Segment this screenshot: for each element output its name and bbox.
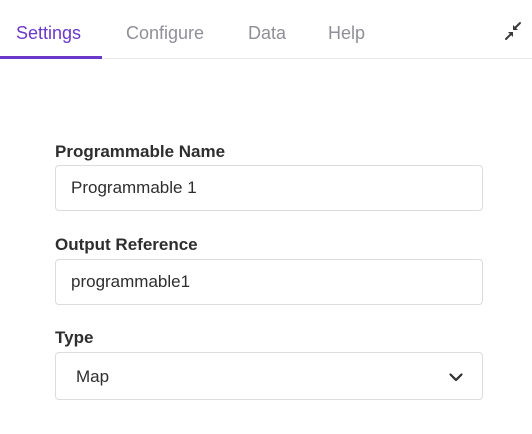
active-tab-indicator [0, 56, 102, 59]
output-reference-label: Output Reference [55, 235, 198, 254]
settings-panel: Settings Configure Data Help Programmabl… [0, 0, 532, 434]
tab-configure[interactable]: Configure [126, 0, 204, 59]
tab-help[interactable]: Help [328, 0, 365, 59]
chevron-down-icon [449, 373, 463, 382]
programmable-name-label: Programmable Name [55, 142, 226, 161]
tab-settings[interactable]: Settings [16, 0, 81, 59]
collapse-button[interactable] [502, 20, 524, 42]
tab-data[interactable]: Data [248, 0, 286, 59]
programmable-name-input[interactable] [55, 165, 483, 211]
type-select-value: Map [76, 367, 110, 386]
collapse-arrows-icon [505, 22, 521, 40]
type-select[interactable]: Map [55, 352, 483, 400]
output-reference-input[interactable] [55, 259, 483, 305]
tab-bar: Settings Configure Data Help [0, 0, 532, 59]
type-label: Type [55, 328, 94, 347]
